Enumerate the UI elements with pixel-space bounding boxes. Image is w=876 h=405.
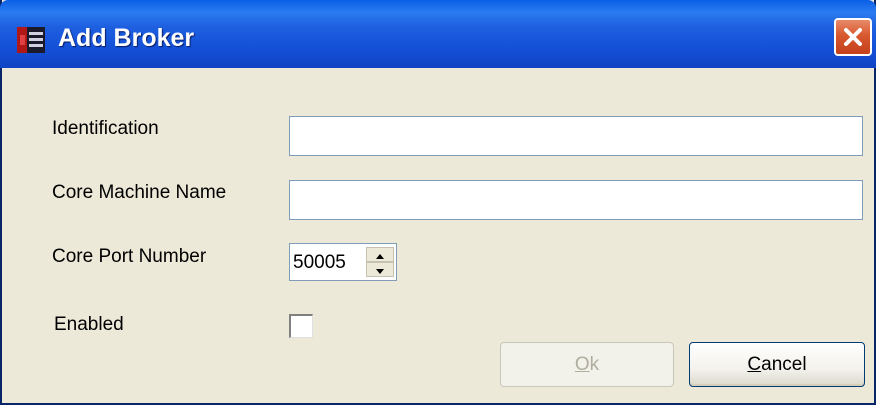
ok-button-label: Ok xyxy=(574,353,600,375)
core-port-number-stepper[interactable]: 50005 xyxy=(289,243,397,281)
arrow-down-icon xyxy=(376,261,384,279)
identification-input[interactable] xyxy=(289,116,863,156)
enabled-label: Enabled xyxy=(54,314,124,335)
core-port-number-label: Core Port Number xyxy=(52,246,207,267)
title-bar[interactable]: Add Broker xyxy=(0,0,876,68)
cancel-button[interactable]: Cancel xyxy=(689,342,865,387)
core-machine-name-input[interactable] xyxy=(289,180,863,220)
spin-down-button[interactable] xyxy=(366,262,394,277)
identification-label: Identification xyxy=(52,118,159,139)
spin-buttons xyxy=(366,247,394,277)
add-broker-dialog: Add Broker Identification Core Machine N… xyxy=(0,0,876,405)
close-icon xyxy=(842,26,864,48)
core-machine-name-label: Core Machine Name xyxy=(52,182,227,203)
window-title: Add Broker xyxy=(58,24,195,52)
close-button[interactable] xyxy=(834,18,872,56)
app-icon xyxy=(17,27,45,53)
ok-button[interactable]: Ok xyxy=(500,342,674,387)
cancel-button-label: Cancel xyxy=(747,353,807,375)
core-port-number-value: 50005 xyxy=(293,252,346,273)
enabled-checkbox[interactable] xyxy=(289,314,313,338)
